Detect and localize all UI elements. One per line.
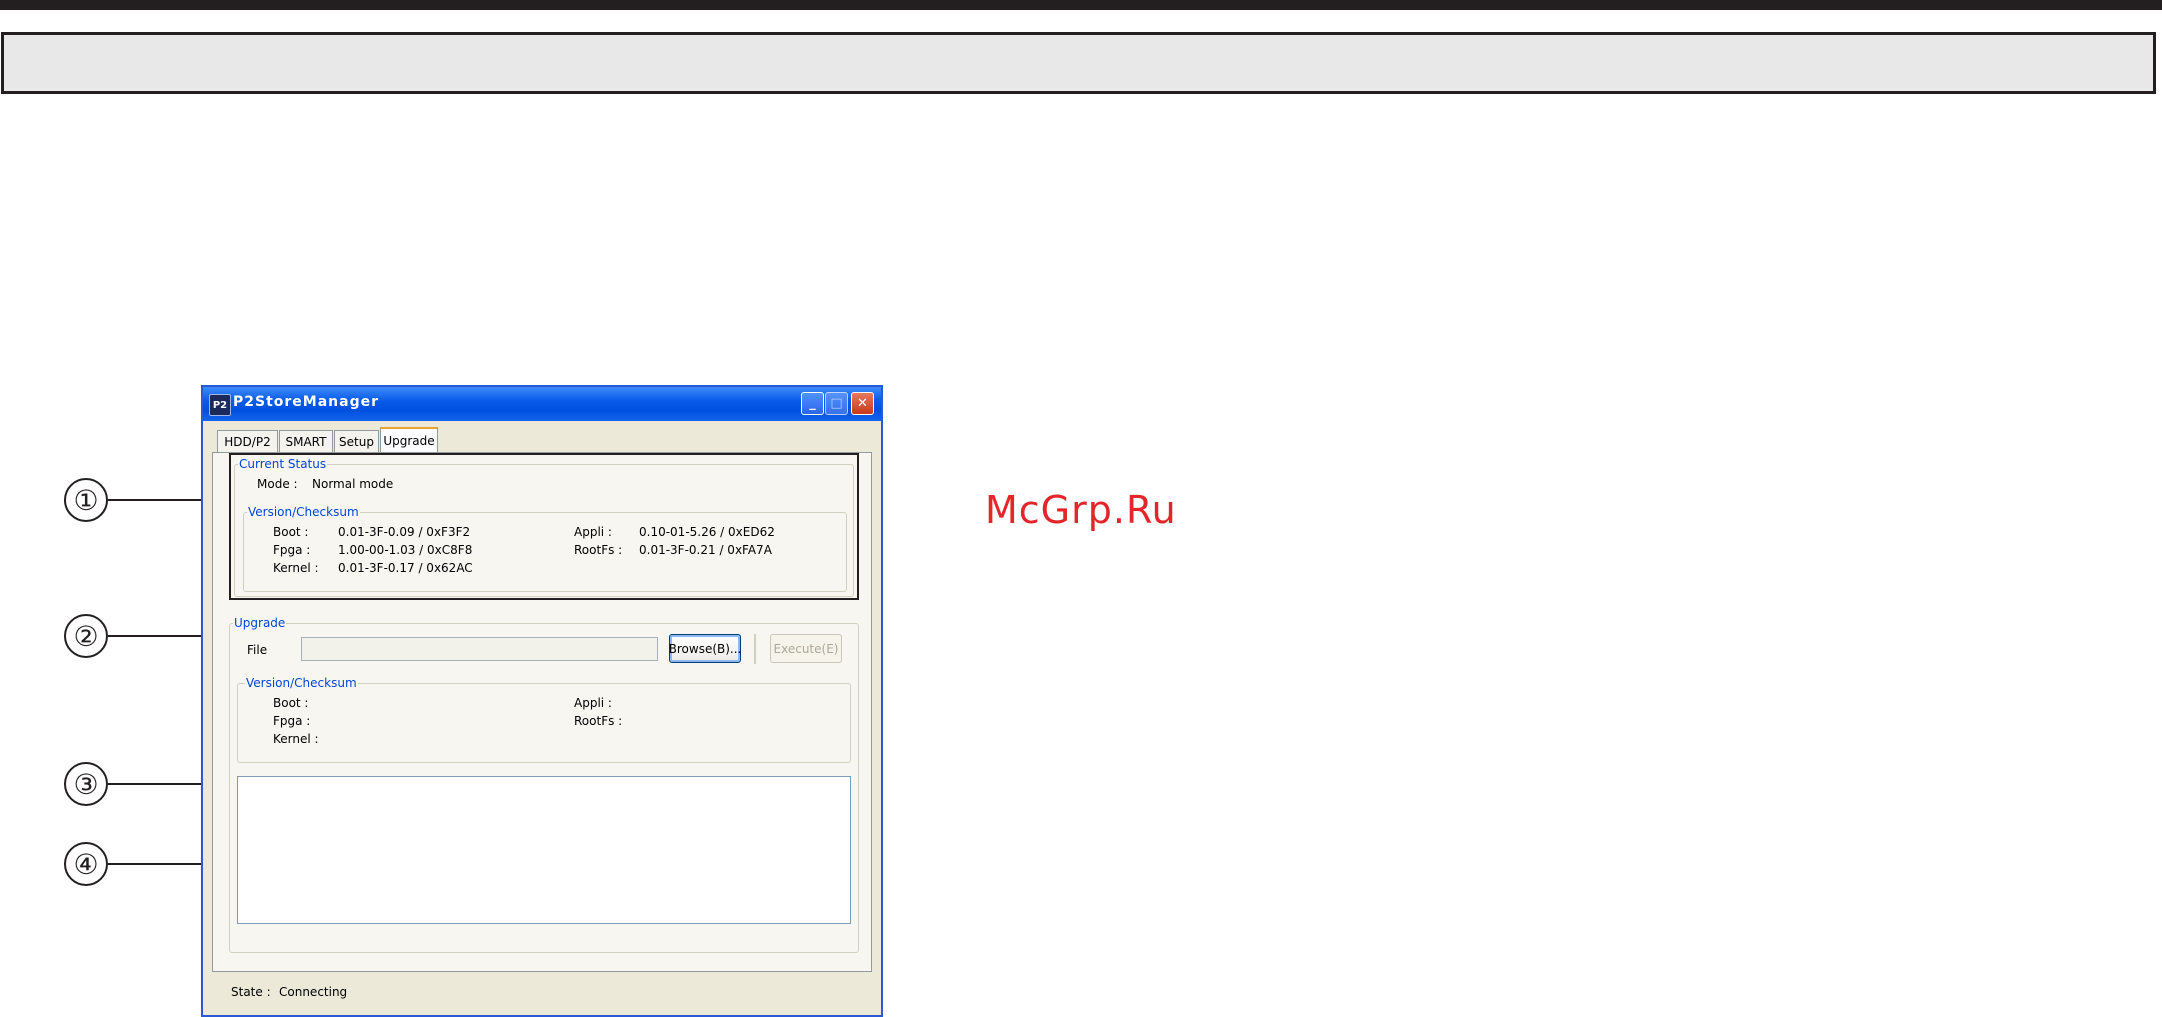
appli-label: Appli : bbox=[574, 525, 612, 539]
boot-value: 0.01-3F-0.09 / 0xF3F2 bbox=[338, 525, 471, 539]
file-path-input[interactable] bbox=[301, 637, 658, 661]
close-button[interactable]: ✕ bbox=[851, 392, 874, 415]
browse-button[interactable]: Browse(B)... bbox=[669, 634, 741, 663]
rootfs-value: 0.01-3F-0.21 / 0xFA7A bbox=[639, 543, 772, 557]
current-version-legend: Version/Checksum bbox=[247, 505, 360, 519]
tab-upgrade[interactable]: Upgrade bbox=[380, 427, 438, 453]
mode-label: Mode : bbox=[257, 477, 298, 491]
appli-value: 0.10-01-5.26 / 0xED62 bbox=[639, 525, 775, 539]
kernel-value: 0.01-3F-0.17 / 0x62AC bbox=[338, 561, 473, 575]
title-bar[interactable]: P2 P2StoreManager _ □ ✕ bbox=[203, 387, 881, 421]
upgrade-rootfs-label: RootFs : bbox=[574, 714, 623, 728]
upgrade-boot-label: Boot : bbox=[273, 696, 309, 710]
current-status-legend: Current Status bbox=[238, 457, 328, 471]
upgrade-version-group bbox=[237, 683, 851, 763]
state-value: Connecting bbox=[279, 985, 348, 999]
callout-3: ③ bbox=[64, 762, 108, 806]
kernel-label: Kernel : bbox=[273, 561, 319, 575]
log-output-area[interactable] bbox=[237, 776, 851, 924]
app-icon: P2 bbox=[209, 394, 231, 416]
minimize-button[interactable]: _ bbox=[801, 392, 824, 415]
callout-4: ④ bbox=[64, 842, 108, 886]
callout-1: ① bbox=[64, 478, 108, 522]
callout-2: ② bbox=[64, 614, 108, 658]
upgrade-tab-panel: Current Status Mode : Normal mode Versio… bbox=[212, 452, 872, 972]
file-label: File bbox=[247, 643, 268, 657]
watermark: McGrp.Ru bbox=[985, 488, 1177, 532]
boot-label: Boot : bbox=[273, 525, 309, 539]
tab-setup[interactable]: Setup bbox=[334, 430, 379, 452]
fpga-value: 1.00-00-1.03 / 0xC8F8 bbox=[338, 543, 473, 557]
window-title: P2StoreManager bbox=[233, 394, 380, 410]
upgrade-appli-label: Appli : bbox=[574, 696, 612, 710]
upgrade-legend: Upgrade bbox=[233, 616, 287, 630]
tab-hdd-p2[interactable]: HDD/P2 bbox=[217, 430, 278, 452]
maximize-button[interactable]: □ bbox=[825, 392, 848, 415]
button-separator bbox=[754, 634, 756, 664]
rootfs-label: RootFs : bbox=[574, 543, 623, 557]
top-rule bbox=[0, 0, 2162, 10]
state-label: State : bbox=[231, 985, 271, 999]
upgrade-version-legend: Version/Checksum bbox=[245, 676, 358, 690]
execute-button[interactable]: Execute(E) bbox=[770, 634, 842, 663]
section-header-box bbox=[1, 32, 2156, 94]
tab-smart[interactable]: SMART bbox=[279, 430, 333, 452]
fpga-label: Fpga : bbox=[273, 543, 311, 557]
upgrade-fpga-label: Fpga : bbox=[273, 714, 311, 728]
upgrade-kernel-label: Kernel : bbox=[273, 732, 319, 746]
mode-value: Normal mode bbox=[312, 477, 394, 491]
app-window: P2 P2StoreManager _ □ ✕ HDD/P2 SMART Set… bbox=[201, 385, 883, 1017]
